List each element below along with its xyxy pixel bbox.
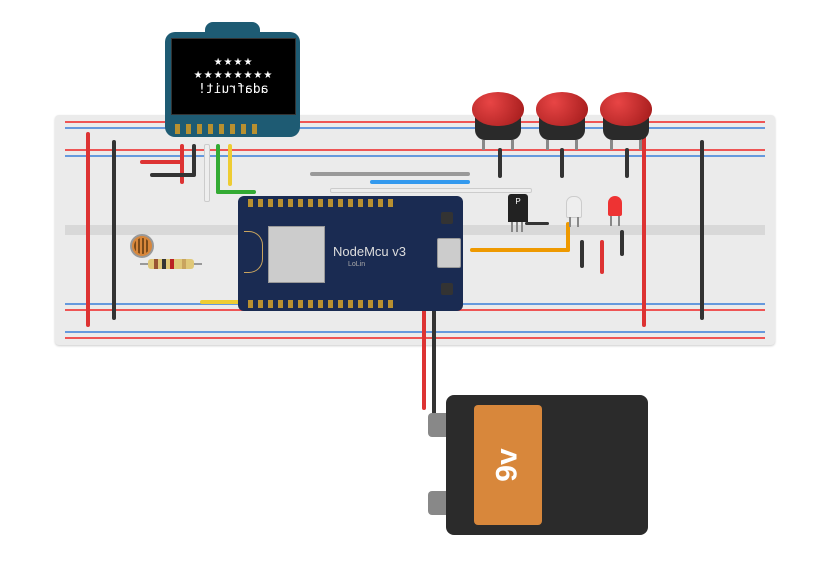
wire-black-oled-gnd[interactable]: [192, 144, 196, 176]
wire-black-btn2[interactable]: [560, 148, 564, 178]
wire-green-scl-h[interactable]: [216, 190, 256, 194]
led-red[interactable]: [608, 196, 622, 216]
wire-green-scl[interactable]: [216, 144, 220, 194]
wire-red-oled-vcc-h[interactable]: [140, 160, 184, 164]
wire-red-vrail-left[interactable]: [86, 132, 90, 327]
wire-black-oled-gnd-h[interactable]: [150, 173, 196, 177]
wire-black-grail-left[interactable]: [112, 140, 116, 320]
board-label: NodeMcu v3: [333, 244, 406, 259]
battery-label: 9v: [491, 448, 525, 481]
wifi-antenna-icon: [244, 231, 264, 276]
wire-black-btn3[interactable]: [625, 148, 629, 178]
wire-black-trans[interactable]: [525, 222, 549, 225]
oled-display[interactable]: ★★★★ ★★★★★★★★ adafruit!: [165, 22, 300, 137]
wire-white-btn[interactable]: [330, 188, 532, 193]
reset-button[interactable]: [441, 212, 453, 224]
led-white[interactable]: [566, 196, 582, 218]
wire-yellow-sda[interactable]: [228, 144, 232, 186]
wire-red-led-r[interactable]: [600, 240, 604, 274]
wire-white-oled[interactable]: [204, 144, 210, 202]
wire-black-btn1[interactable]: [498, 148, 502, 178]
wire-orange-led[interactable]: [470, 248, 570, 252]
push-button-1[interactable]: [472, 92, 524, 144]
wire-red-vrail-right[interactable]: [642, 132, 646, 327]
board-sublabel: LoLin: [348, 261, 365, 268]
oled-screen-text: adafruit!: [198, 82, 268, 97]
esp-chip: [268, 226, 325, 283]
resistor[interactable]: [148, 259, 194, 269]
oled-stars-row: ★★★★★★★★: [194, 69, 274, 82]
circuit-diagram: ★★★★ ★★★★★★★★ adafruit! NodeMcu v3 LoLin…: [0, 0, 821, 575]
wire-black-led-r[interactable]: [620, 230, 624, 256]
flash-button[interactable]: [441, 283, 453, 295]
photoresistor[interactable]: [130, 234, 154, 258]
push-button-2[interactable]: [536, 92, 588, 144]
wire-blue-btn[interactable]: [370, 180, 470, 184]
wire-red-oled-vcc[interactable]: [180, 144, 184, 184]
usb-port-icon: [437, 238, 461, 268]
wire-black-grail-right[interactable]: [700, 140, 704, 320]
push-button-3[interactable]: [600, 92, 652, 144]
wire-black-led-w[interactable]: [580, 240, 584, 268]
wire-battery-red[interactable]: [422, 308, 426, 410]
battery-9v[interactable]: 9v: [428, 395, 648, 535]
nodemcu-board[interactable]: NodeMcu v3 LoLin: [238, 196, 463, 311]
wire-gray-btn[interactable]: [310, 172, 470, 176]
oled-stars-row: ★★★★: [214, 56, 254, 69]
transistor[interactable]: P: [508, 194, 528, 222]
